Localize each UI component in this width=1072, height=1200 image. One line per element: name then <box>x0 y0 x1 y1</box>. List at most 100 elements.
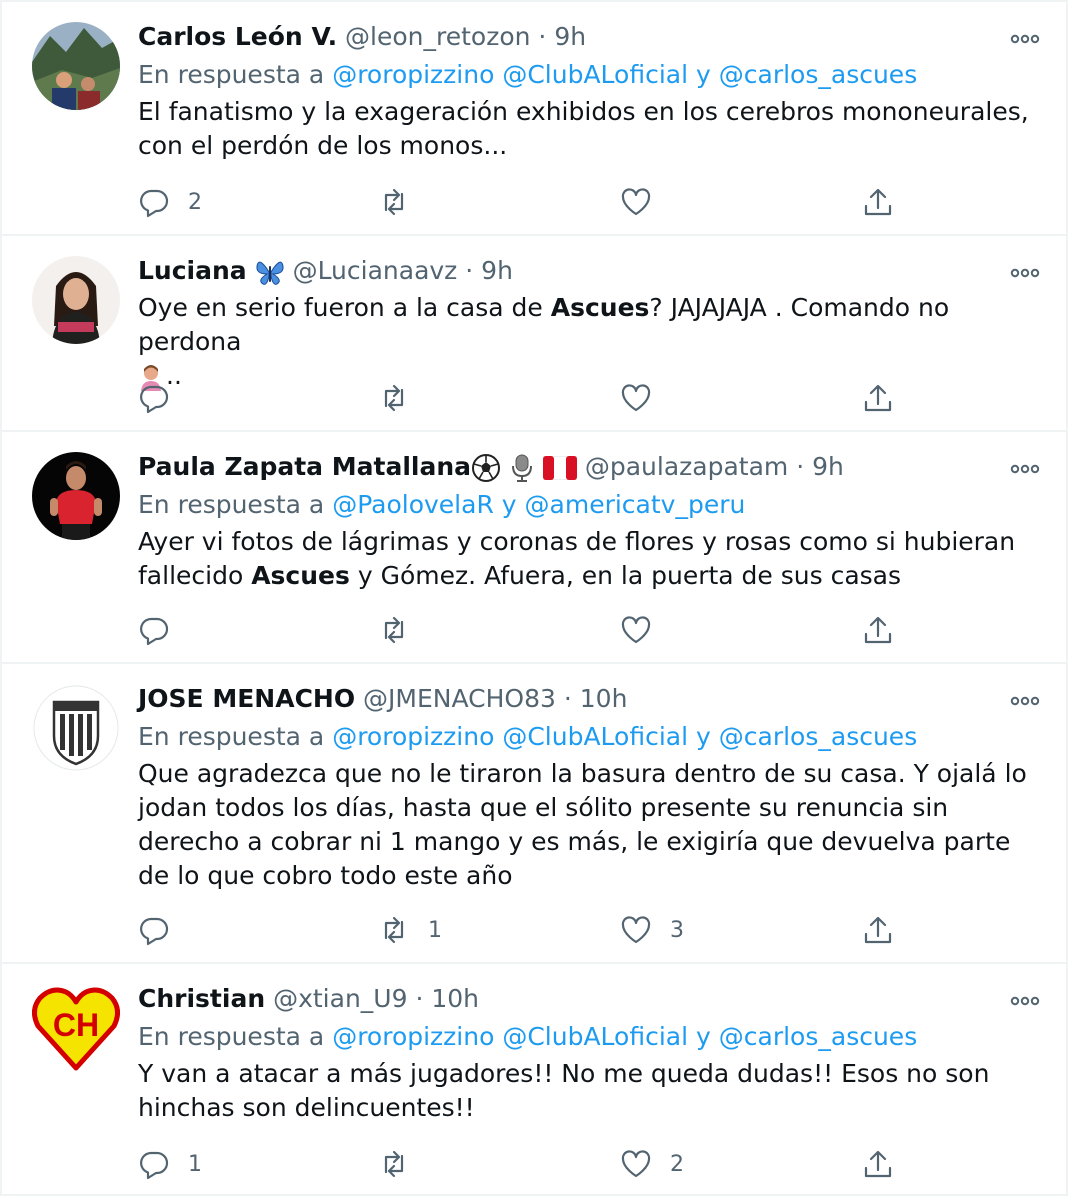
more-icon[interactable] <box>1010 996 1040 1006</box>
like-button[interactable] <box>620 378 670 418</box>
avatar[interactable] <box>32 452 120 540</box>
retweet-icon <box>384 616 404 644</box>
user-handle[interactable]: @Lucianaavz <box>293 256 458 285</box>
reply-button[interactable]: 1 <box>138 1144 202 1184</box>
share-button[interactable] <box>862 910 894 950</box>
share-button[interactable] <box>862 1144 894 1184</box>
mention-link[interactable]: @carlos_ascues <box>719 60 917 89</box>
reply-button[interactable] <box>138 910 188 950</box>
display-name[interactable]: JOSE MENACHO <box>138 684 355 713</box>
tweet-text-part: Oye en serio fueron a la casa de <box>138 293 551 322</box>
share-icon <box>864 384 892 412</box>
reply-context: En respuesta a @roropizzino @ClubALofici… <box>138 1018 1040 1056</box>
more-icon[interactable] <box>1010 464 1040 474</box>
mention-link[interactable]: @roropizzino <box>332 1022 494 1051</box>
reply-button[interactable]: 2 <box>138 182 202 222</box>
avatar[interactable] <box>32 22 120 110</box>
timestamp[interactable]: 10h <box>580 684 628 713</box>
retweet-button[interactable] <box>378 1144 428 1184</box>
display-name[interactable]: Paula Zapata Matallana <box>138 452 471 481</box>
timestamp[interactable]: 9h <box>481 256 513 285</box>
tweet-text: Y van a atacar a más jugadores!! No me q… <box>138 1059 990 1122</box>
avatar-logo-text: CH <box>53 1007 99 1043</box>
peru-flag-emoji <box>542 456 577 480</box>
mention-link[interactable]: @roropizzino <box>332 60 494 89</box>
mention-connector: y <box>696 1022 711 1051</box>
reply-icon <box>140 1151 169 1180</box>
more-icon[interactable] <box>1010 34 1040 44</box>
share-icon <box>864 616 892 644</box>
reply-prefix: En respuesta a <box>138 60 325 89</box>
like-icon <box>621 1150 651 1178</box>
reply-prefix: En respuesta a <box>138 1022 325 1051</box>
butterfly-emoji <box>256 261 284 285</box>
mention-link[interactable]: @carlos_ascues <box>719 722 917 751</box>
user-handle[interactable]: @paulazapatam <box>585 452 788 481</box>
share-icon <box>864 916 892 944</box>
tweet[interactable]: Paula Zapata Matallana @paulazapatam · 9… <box>2 432 1066 664</box>
reply-button[interactable] <box>138 378 188 418</box>
like-button[interactable] <box>620 610 670 650</box>
like-button[interactable]: 3 <box>620 910 684 950</box>
reply-count: 1 <box>188 1151 202 1177</box>
tweet[interactable]: JOSE MENACHO @JMENACHO83 · 10h En respue… <box>2 664 1066 964</box>
mention-link[interactable]: @ClubALoficial <box>502 722 688 751</box>
mention-link[interactable]: @ClubALoficial <box>502 60 688 89</box>
separator-dot: · <box>563 684 572 713</box>
like-button[interactable] <box>620 182 670 222</box>
retweet-button[interactable] <box>378 378 428 418</box>
separator-dot: · <box>415 984 424 1013</box>
reply-icon <box>140 385 169 414</box>
share-icon <box>864 1150 892 1178</box>
timestamp[interactable]: 10h <box>431 984 479 1013</box>
reply-icon <box>140 917 169 946</box>
retweet-button[interactable] <box>378 610 428 650</box>
reply-button[interactable] <box>138 610 188 650</box>
tweet-text-part: y Gómez. Afuera, en la puerta de sus cas… <box>349 561 902 590</box>
mention-connector: y <box>501 490 517 519</box>
more-icon[interactable] <box>1010 268 1040 278</box>
mention-link[interactable]: @ClubALoficial <box>502 1022 688 1051</box>
retweet-icon <box>384 188 404 216</box>
user-handle[interactable]: @xtian_U9 <box>273 984 407 1013</box>
retweet-button[interactable]: 1 <box>378 910 442 950</box>
avatar[interactable] <box>32 684 120 772</box>
more-icon[interactable] <box>1010 696 1040 706</box>
tweet[interactable]: Carlos León V. @leon_retozon · 9h En res… <box>2 2 1066 236</box>
like-button[interactable]: 2 <box>620 1144 684 1184</box>
retweet-count: 1 <box>428 917 442 943</box>
share-button[interactable] <box>862 610 894 650</box>
like-icon <box>621 616 651 644</box>
reply-count: 2 <box>188 189 202 215</box>
mention-link[interactable]: @PaolovelaR <box>332 490 494 519</box>
timestamp[interactable]: 9h <box>812 452 844 481</box>
retweet-button[interactable] <box>378 182 428 222</box>
share-button[interactable] <box>862 182 894 222</box>
user-handle[interactable]: @JMENACHO83 <box>363 684 556 713</box>
avatar[interactable] <box>32 256 120 344</box>
display-name[interactable]: Luciana <box>138 256 247 285</box>
avatar[interactable]: CH <box>32 984 120 1072</box>
mention-link[interactable]: @americatv_peru <box>525 490 746 519</box>
like-count: 2 <box>670 1151 684 1177</box>
user-handle[interactable]: @leon_retozon <box>345 22 530 51</box>
retweet-icon <box>384 1150 404 1178</box>
tweet-text: Ayer vi fotos de lágrimas y coronas de f… <box>138 525 1040 593</box>
tweet[interactable]: Luciana @Lucianaavz · 9h Oye en serio fu… <box>2 236 1066 432</box>
mention-connector: y <box>696 60 711 89</box>
timestamp[interactable]: 9h <box>554 22 586 51</box>
mention-link[interactable]: @roropizzino <box>332 722 494 751</box>
tweet-feed: Carlos León V. @leon_retozon · 9h En res… <box>0 0 1068 1196</box>
reply-icon <box>140 189 169 218</box>
reply-icon <box>140 617 169 646</box>
display-name[interactable]: Carlos León V. <box>138 22 337 51</box>
tweet-text: Que agradezca que no le tiraron la basur… <box>138 759 1027 890</box>
like-icon <box>621 384 651 412</box>
tweet[interactable]: CH Christian @xtian_U9 · 10h En respuest… <box>2 964 1066 1194</box>
reply-context: En respuesta a @roropizzino @ClubALofici… <box>138 718 1040 756</box>
display-name[interactable]: Christian <box>138 984 265 1013</box>
mention-link[interactable]: @carlos_ascues <box>719 1022 917 1051</box>
mention-connector: y <box>696 722 711 751</box>
like-icon <box>621 188 651 216</box>
share-button[interactable] <box>862 378 894 418</box>
